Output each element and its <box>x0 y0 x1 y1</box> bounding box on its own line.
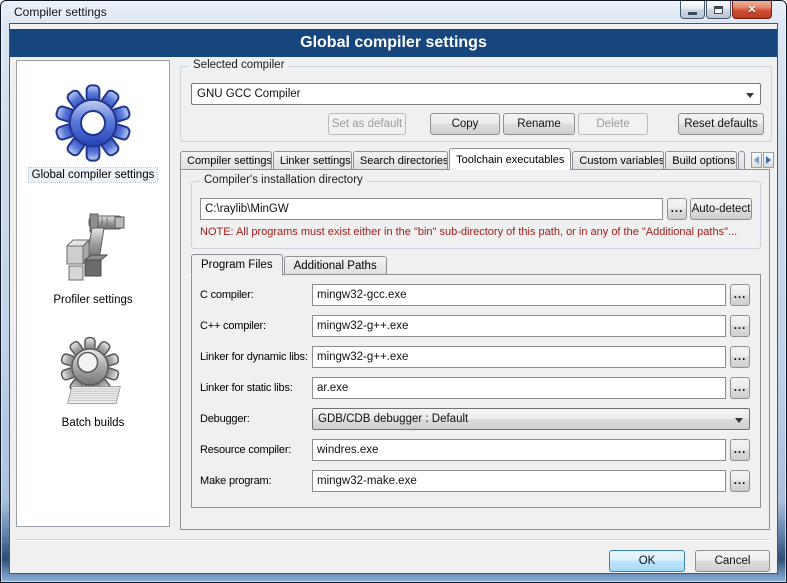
static-linker-input[interactable] <box>312 377 726 399</box>
bin-subdirectory-note: NOTE: All programs must exist either in … <box>200 226 737 238</box>
compiler-select-value: GNU GCC Compiler <box>197 88 301 100</box>
maximize-button[interactable] <box>706 1 731 19</box>
tab-toolchain-executables[interactable]: Toolchain executables <box>449 148 571 170</box>
installation-directory-row: ... Auto-detect <box>200 198 752 220</box>
field-label: C++ compiler: <box>200 320 312 332</box>
static-linker-row: Linker for static libs: ... <box>200 377 750 399</box>
group-title: Compiler's installation directory <box>200 174 367 186</box>
debugger-row: Debugger: GDB/CDB debugger : Default <box>200 408 750 430</box>
close-icon: ✕ <box>747 3 756 16</box>
title-bar[interactable]: Compiler settings ✕ <box>1 1 786 23</box>
field-label: Linker for static libs: <box>200 382 312 394</box>
rename-button[interactable]: Rename <box>503 113 575 135</box>
browse-dynamic-linker-button[interactable]: ... <box>730 346 750 368</box>
field-label: Make program: <box>200 475 312 487</box>
make-program-input[interactable] <box>312 470 726 492</box>
tab-build-options[interactable]: Build options <box>665 151 737 170</box>
compiler-settings-window: Compiler settings ✕ Global compiler sett… <box>0 0 787 583</box>
field-label: Resource compiler: <box>200 444 312 456</box>
sidebar-item-label: Profiler settings <box>50 293 135 307</box>
resource-compiler-input[interactable] <box>312 439 726 461</box>
cpp-compiler-input[interactable] <box>312 315 726 337</box>
tab-scroll-left-button[interactable] <box>751 152 762 168</box>
window-title: Compiler settings <box>14 5 107 19</box>
browse-directory-button[interactable]: ... <box>667 198 687 220</box>
arrow-left-icon <box>754 156 759 164</box>
selected-compiler-group: Selected compiler GNU GCC Compiler Set a… <box>180 66 772 142</box>
settings-tab-strip: Compiler settings Linker settings Search… <box>180 147 746 170</box>
reset-defaults-button[interactable]: Reset defaults <box>678 113 764 135</box>
arrow-right-icon <box>766 156 771 164</box>
chevron-down-icon <box>746 93 754 98</box>
footer-separator <box>16 539 769 541</box>
debugger-select-value: GDB/CDB debugger : Default <box>318 413 468 425</box>
installation-directory-input[interactable] <box>200 198 663 220</box>
toolchain-executables-page: Compiler's installation directory ... Au… <box>180 169 770 530</box>
ok-button[interactable]: OK <box>609 550 685 572</box>
tab-program-files[interactable]: Program Files <box>191 254 283 276</box>
tab-additional-paths[interactable]: Additional Paths <box>284 256 387 275</box>
field-label: Debugger: <box>200 413 312 425</box>
gear-stack-icon <box>55 335 131 411</box>
group-title: Selected compiler <box>189 59 288 71</box>
installation-directory-group: Compiler's installation directory ... Au… <box>191 181 761 249</box>
dialog-header: Global compiler settings <box>10 29 777 57</box>
tab-scroll-buttons <box>750 152 774 168</box>
resource-compiler-row: Resource compiler: ... <box>200 439 750 461</box>
auto-detect-button[interactable]: Auto-detect <box>690 198 752 220</box>
tab-compiler-settings[interactable]: Compiler settings <box>180 151 272 170</box>
tab-scroll-right-button[interactable] <box>763 152 774 168</box>
tab-search-directories[interactable]: Search directories <box>353 151 448 170</box>
c-compiler-input[interactable] <box>312 284 726 306</box>
browse-static-linker-button[interactable]: ... <box>730 377 750 399</box>
debugger-select[interactable]: GDB/CDB debugger : Default <box>312 408 750 430</box>
make-program-row: Make program: ... <box>200 470 750 492</box>
delete-button[interactable]: Delete <box>578 113 648 135</box>
cancel-button[interactable]: Cancel <box>695 550 770 572</box>
sidebar-item-profiler-settings[interactable]: Profiler settings <box>17 208 169 307</box>
sidebar-item-label: Global compiler settings <box>29 168 158 182</box>
browse-make-program-button[interactable]: ... <box>730 470 750 492</box>
minimize-button[interactable] <box>680 1 705 19</box>
browse-cpp-compiler-button[interactable]: ... <box>730 315 750 337</box>
minimize-icon <box>688 12 697 15</box>
caliper-icon <box>53 208 133 288</box>
field-label: Linker for dynamic libs: <box>200 351 312 363</box>
close-button[interactable]: ✕ <box>732 1 772 19</box>
set-as-default-button[interactable]: Set as default <box>328 113 406 135</box>
copy-button[interactable]: Copy <box>430 113 500 135</box>
tab-custom-variables[interactable]: Custom variables <box>572 151 664 170</box>
field-label: C compiler: <box>200 289 312 301</box>
page-title: Global compiler settings <box>300 34 487 52</box>
dynamic-linker-row: Linker for dynamic libs: ... <box>200 346 750 368</box>
blue-gear-icon <box>53 83 133 163</box>
program-files-panel: C compiler: ... C++ compiler: ... Linker… <box>191 274 761 508</box>
settings-category-list: Global compiler settings <box>16 60 170 527</box>
sidebar-item-label: Batch builds <box>59 416 128 430</box>
compiler-select[interactable]: GNU GCC Compiler <box>191 83 761 105</box>
browse-c-compiler-button[interactable]: ... <box>730 284 750 306</box>
c-compiler-row: C compiler: ... <box>200 284 750 306</box>
dialog-client-area: Global compiler settings <box>9 23 778 574</box>
program-files-tab-strip: Program Files Additional Paths <box>191 253 388 275</box>
tab-partial[interactable] <box>738 151 745 170</box>
sidebar-item-batch-builds[interactable]: Batch builds <box>17 335 169 430</box>
tab-linker-settings[interactable]: Linker settings <box>273 151 352 170</box>
cpp-compiler-row: C++ compiler: ... <box>200 315 750 337</box>
window-controls: ✕ <box>679 1 772 19</box>
dynamic-linker-input[interactable] <box>312 346 726 368</box>
browse-resource-compiler-button[interactable]: ... <box>730 439 750 461</box>
maximize-icon <box>714 6 723 14</box>
chevron-down-icon <box>735 418 743 423</box>
sidebar-item-global-compiler-settings[interactable]: Global compiler settings <box>17 83 169 182</box>
